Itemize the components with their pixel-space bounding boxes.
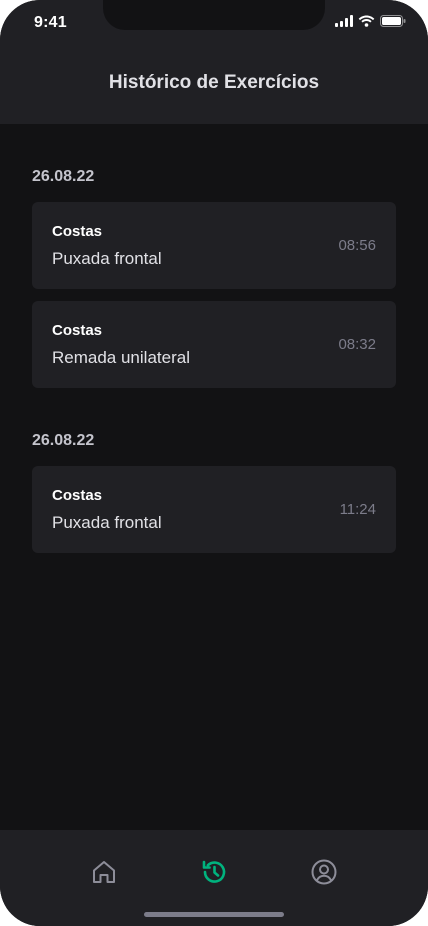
tab-profile[interactable]: [302, 850, 346, 894]
tab-home[interactable]: [82, 850, 126, 894]
status-time: 9:41: [34, 14, 67, 31]
exercise-name: Puxada frontal: [52, 249, 162, 268]
exercise-name: Puxada frontal: [52, 513, 162, 532]
exercise-group: Costas: [52, 223, 103, 240]
section-date: 26.08.22: [32, 432, 95, 449]
status-icons: [335, 15, 406, 27]
home-icon: [93, 861, 115, 883]
page-title: Histórico de Exercícios: [108, 72, 320, 93]
tab-bar: [0, 830, 428, 926]
exercise-name: Remada unilateral: [52, 348, 190, 367]
app-screen: 9:41 Histórico de Exercícios 26.08.22 Co…: [0, 0, 428, 926]
exercise-time: 11:24: [339, 501, 376, 518]
header: 9:41 Histórico de Exercícios: [0, 0, 428, 124]
exercise-time: 08:56: [338, 237, 376, 254]
exercise-card[interactable]: Costas Remada unilateral 08:32: [32, 301, 396, 388]
tab-history[interactable]: [192, 850, 236, 894]
home-indicator: [144, 912, 284, 917]
profile-icon: [311, 859, 337, 885]
section-date: 26.08.22: [32, 168, 95, 185]
battery-icon: [380, 15, 406, 27]
history-icon: [202, 860, 226, 883]
exercise-group: Costas: [52, 487, 103, 504]
exercise-time: 08:32: [338, 336, 376, 353]
exercise-card[interactable]: Costas Puxada frontal 08:56: [32, 202, 396, 289]
wifi-icon: [358, 15, 375, 27]
exercise-card[interactable]: Costas Puxada frontal 11:24: [32, 466, 396, 553]
cellular-signal-icon: [335, 15, 353, 27]
device-notch: [103, 0, 325, 30]
exercise-group: Costas: [52, 322, 103, 339]
